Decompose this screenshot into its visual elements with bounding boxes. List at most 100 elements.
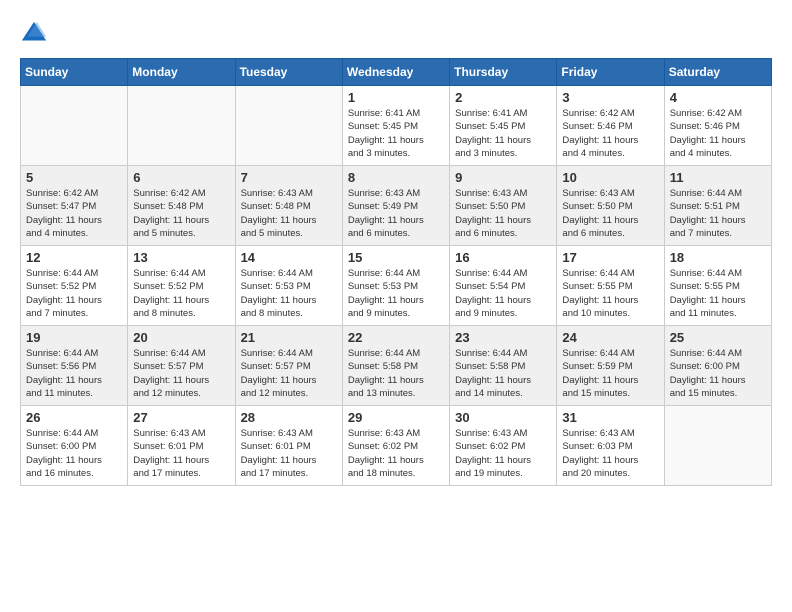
calendar-week-row: 26 Sunrise: 6:44 AMSunset: 6:00 PMDayligh… — [21, 406, 772, 486]
day-info: Sunrise: 6:44 AMSunset: 5:58 PMDaylight:… — [455, 347, 551, 400]
weekday-header: Thursday — [450, 59, 557, 86]
calendar-cell: 5Sunrise: 6:42 AMSunset: 5:47 PMDaylight… — [21, 166, 128, 246]
calendar-cell: 24 Sunrise: 6:44 AMSunset: 5:59 PMDayligh… — [557, 326, 664, 406]
day-info: Sunrise: 6:44 AMSunset: 5:52 PMDaylight:… — [26, 267, 122, 320]
calendar-cell: 10 Sunrise: 6:43 AMSunset: 5:50 PMDayligh… — [557, 166, 664, 246]
day-number: 7 — [241, 170, 337, 185]
calendar-cell: 12 Sunrise: 6:44 AMSunset: 5:52 PMDayligh… — [21, 246, 128, 326]
day-number: 11 — [670, 170, 766, 185]
calendar-cell: 20 Sunrise: 6:44 AMSunset: 5:57 PMDayligh… — [128, 326, 235, 406]
page-header — [20, 20, 772, 48]
day-number: 17 — [562, 250, 658, 265]
day-info: Sunrise: 6:44 AMSunset: 5:51 PMDaylight:… — [670, 187, 766, 240]
calendar-cell: 29 Sunrise: 6:43 AMSunset: 6:02 PMDayligh… — [342, 406, 449, 486]
day-info: Sunrise: 6:44 AMSunset: 6:00 PMDaylight:… — [670, 347, 766, 400]
calendar-cell — [128, 86, 235, 166]
day-info: Sunrise: 6:44 AMSunset: 5:57 PMDaylight:… — [241, 347, 337, 400]
calendar-cell: 26 Sunrise: 6:44 AMSunset: 6:00 PMDayligh… — [21, 406, 128, 486]
calendar-cell: 4Sunrise: 6:42 AMSunset: 5:46 PMDaylight… — [664, 86, 771, 166]
calendar-cell — [21, 86, 128, 166]
day-info: Sunrise: 6:43 AMSunset: 5:50 PMDaylight:… — [455, 187, 551, 240]
weekday-header: Wednesday — [342, 59, 449, 86]
day-number: 22 — [348, 330, 444, 345]
day-number: 14 — [241, 250, 337, 265]
logo — [20, 20, 52, 48]
day-info: Sunrise: 6:44 AMSunset: 6:00 PMDaylight:… — [26, 427, 122, 480]
day-info: Sunrise: 6:44 AMSunset: 5:52 PMDaylight:… — [133, 267, 229, 320]
day-info: Sunrise: 6:43 AMSunset: 6:01 PMDaylight:… — [241, 427, 337, 480]
day-number: 12 — [26, 250, 122, 265]
day-info: Sunrise: 6:44 AMSunset: 5:58 PMDaylight:… — [348, 347, 444, 400]
calendar-cell: 19 Sunrise: 6:44 AMSunset: 5:56 PMDayligh… — [21, 326, 128, 406]
day-info: Sunrise: 6:44 AMSunset: 5:57 PMDaylight:… — [133, 347, 229, 400]
day-number: 29 — [348, 410, 444, 425]
calendar-cell: 16Sunrise: 6:44 AMSunset: 5:54 PMDayligh… — [450, 246, 557, 326]
day-info: Sunrise: 6:44 AMSunset: 5:53 PMDaylight:… — [241, 267, 337, 320]
day-number: 24 — [562, 330, 658, 345]
day-number: 26 — [26, 410, 122, 425]
calendar-header-row: SundayMondayTuesdayWednesdayThursdayFrid… — [21, 59, 772, 86]
day-number: 10 — [562, 170, 658, 185]
day-number: 2 — [455, 90, 551, 105]
day-info: Sunrise: 6:44 AMSunset: 5:55 PMDaylight:… — [562, 267, 658, 320]
calendar-body: 1 Sunrise: 6:41 AMSunset: 5:45 PMDaylight… — [21, 86, 772, 486]
day-info: Sunrise: 6:42 AMSunset: 5:46 PMDaylight:… — [562, 107, 658, 160]
calendar-table: SundayMondayTuesdayWednesdayThursdayFrid… — [20, 58, 772, 486]
weekday-header: Saturday — [664, 59, 771, 86]
calendar-cell: 2 Sunrise: 6:41 AMSunset: 5:45 PMDaylight… — [450, 86, 557, 166]
calendar-cell: 13Sunrise: 6:44 AMSunset: 5:52 PMDayligh… — [128, 246, 235, 326]
day-info: Sunrise: 6:43 AMSunset: 5:48 PMDaylight:… — [241, 187, 337, 240]
day-info: Sunrise: 6:41 AMSunset: 5:45 PMDaylight:… — [455, 107, 551, 160]
calendar-cell: 31 Sunrise: 6:43 AMSunset: 6:03 PMDayligh… — [557, 406, 664, 486]
day-number: 21 — [241, 330, 337, 345]
day-info: Sunrise: 6:44 AMSunset: 5:56 PMDaylight:… — [26, 347, 122, 400]
calendar-week-row: 19 Sunrise: 6:44 AMSunset: 5:56 PMDayligh… — [21, 326, 772, 406]
calendar-week-row: 12 Sunrise: 6:44 AMSunset: 5:52 PMDayligh… — [21, 246, 772, 326]
day-number: 31 — [562, 410, 658, 425]
logo-icon — [20, 20, 48, 48]
calendar-cell — [664, 406, 771, 486]
calendar-cell: 9 Sunrise: 6:43 AMSunset: 5:50 PMDaylight… — [450, 166, 557, 246]
day-info: Sunrise: 6:42 AMSunset: 5:46 PMDaylight:… — [670, 107, 766, 160]
day-info: Sunrise: 6:44 AMSunset: 5:59 PMDaylight:… — [562, 347, 658, 400]
day-number: 28 — [241, 410, 337, 425]
calendar-cell: 22 Sunrise: 6:44 AMSunset: 5:58 PMDayligh… — [342, 326, 449, 406]
day-number: 25 — [670, 330, 766, 345]
day-number: 1 — [348, 90, 444, 105]
weekday-header: Monday — [128, 59, 235, 86]
calendar-cell: 6 Sunrise: 6:42 AMSunset: 5:48 PMDaylight… — [128, 166, 235, 246]
day-info: Sunrise: 6:43 AMSunset: 6:02 PMDaylight:… — [348, 427, 444, 480]
calendar-cell: 3Sunrise: 6:42 AMSunset: 5:46 PMDaylight… — [557, 86, 664, 166]
day-number: 18 — [670, 250, 766, 265]
day-number: 19 — [26, 330, 122, 345]
day-number: 9 — [455, 170, 551, 185]
day-number: 23 — [455, 330, 551, 345]
calendar-cell: 23 Sunrise: 6:44 AMSunset: 5:58 PMDayligh… — [450, 326, 557, 406]
calendar-cell: 7 Sunrise: 6:43 AMSunset: 5:48 PMDaylight… — [235, 166, 342, 246]
calendar-week-row: 1 Sunrise: 6:41 AMSunset: 5:45 PMDaylight… — [21, 86, 772, 166]
calendar-cell: 21 Sunrise: 6:44 AMSunset: 5:57 PMDayligh… — [235, 326, 342, 406]
calendar-cell: 17 Sunrise: 6:44 AMSunset: 5:55 PMDayligh… — [557, 246, 664, 326]
calendar-cell: 8Sunrise: 6:43 AMSunset: 5:49 PMDaylight… — [342, 166, 449, 246]
calendar-cell: 18 Sunrise: 6:44 AMSunset: 5:55 PMDayligh… — [664, 246, 771, 326]
day-number: 8 — [348, 170, 444, 185]
day-info: Sunrise: 6:44 AMSunset: 5:53 PMDaylight:… — [348, 267, 444, 320]
day-info: Sunrise: 6:43 AMSunset: 5:50 PMDaylight:… — [562, 187, 658, 240]
calendar-cell: 11 Sunrise: 6:44 AMSunset: 5:51 PMDayligh… — [664, 166, 771, 246]
calendar-week-row: 5Sunrise: 6:42 AMSunset: 5:47 PMDaylight… — [21, 166, 772, 246]
calendar-cell — [235, 86, 342, 166]
day-number: 6 — [133, 170, 229, 185]
day-number: 27 — [133, 410, 229, 425]
day-info: Sunrise: 6:44 AMSunset: 5:55 PMDaylight:… — [670, 267, 766, 320]
day-info: Sunrise: 6:43 AMSunset: 6:03 PMDaylight:… — [562, 427, 658, 480]
day-number: 30 — [455, 410, 551, 425]
day-number: 20 — [133, 330, 229, 345]
day-info: Sunrise: 6:42 AMSunset: 5:48 PMDaylight:… — [133, 187, 229, 240]
day-info: Sunrise: 6:44 AMSunset: 5:54 PMDaylight:… — [455, 267, 551, 320]
weekday-header: Sunday — [21, 59, 128, 86]
calendar-cell: 15 Sunrise: 6:44 AMSunset: 5:53 PMDayligh… — [342, 246, 449, 326]
calendar-cell: 14 Sunrise: 6:44 AMSunset: 5:53 PMDayligh… — [235, 246, 342, 326]
weekday-header: Friday — [557, 59, 664, 86]
weekday-header: Tuesday — [235, 59, 342, 86]
day-number: 15 — [348, 250, 444, 265]
